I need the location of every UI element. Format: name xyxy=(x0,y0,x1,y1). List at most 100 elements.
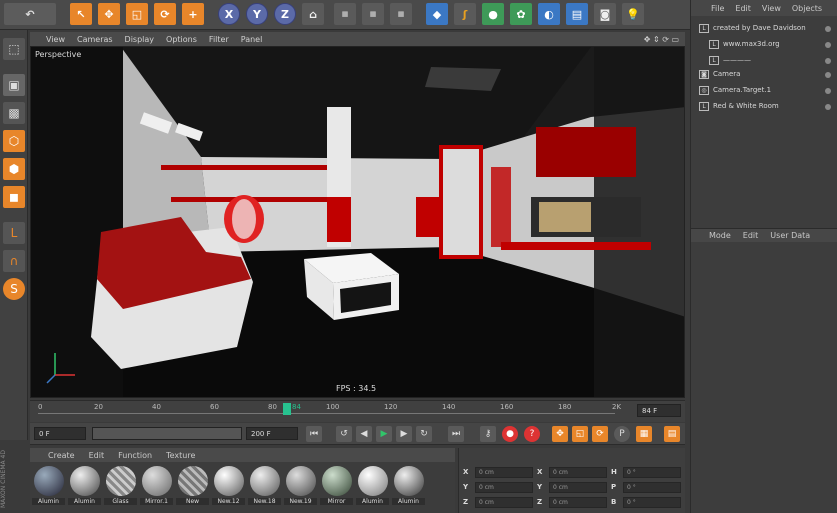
render-picture-viewer-button[interactable]: ▦ xyxy=(362,3,384,25)
material-swatch[interactable]: Alumin xyxy=(32,466,65,510)
live-selection-button[interactable]: ↖ xyxy=(70,3,92,25)
material-menu-texture[interactable]: Texture xyxy=(166,451,195,460)
render-view-button[interactable]: ▦ xyxy=(334,3,356,25)
material-swatch[interactable]: Alumin xyxy=(356,466,389,510)
model-mode-icon[interactable]: ▣ xyxy=(3,74,25,96)
rotation-h-field[interactable]: 0 ° xyxy=(623,466,681,478)
visibility-dot[interactable] xyxy=(825,58,831,64)
size-x-field[interactable]: 0 cm xyxy=(549,466,607,478)
texture-mode-icon[interactable]: ▩ xyxy=(3,102,25,124)
om-menu-objects[interactable]: Objects xyxy=(792,4,822,13)
viewport-menu-filter[interactable]: Filter xyxy=(209,35,229,44)
timeline[interactable]: 0 20 40 60 80 84 100 120 140 160 180 2K … xyxy=(30,400,685,422)
spline-icon[interactable]: ʃ xyxy=(454,3,476,25)
preview-range-slider[interactable] xyxy=(92,427,242,440)
visibility-dot[interactable] xyxy=(825,104,831,110)
position-z-field[interactable]: 0 cm xyxy=(475,496,533,508)
snap-icon[interactable]: S xyxy=(3,278,25,300)
z-axis-button[interactable]: Z xyxy=(274,3,296,25)
viewport-menu-panel[interactable]: Panel xyxy=(241,35,263,44)
play-button[interactable]: ▶ xyxy=(376,426,392,442)
material-menu-function[interactable]: Function xyxy=(118,451,152,460)
visibility-dot[interactable] xyxy=(825,72,831,78)
array-icon[interactable]: ✿ xyxy=(510,3,532,25)
polygons-mode-icon[interactable]: ◼ xyxy=(3,186,25,208)
move-tool-button[interactable]: ✥ xyxy=(98,3,120,25)
material-swatch[interactable]: Mirror.1 xyxy=(140,466,173,510)
position-y-field[interactable]: 0 cm xyxy=(475,481,533,493)
material-swatch[interactable]: New.12 xyxy=(212,466,245,510)
key-scale-icon[interactable]: ◱ xyxy=(572,426,588,442)
visibility-dot[interactable] xyxy=(825,88,831,94)
object-item[interactable]: L Red & White Room xyxy=(699,100,779,112)
add-tool-button[interactable]: + xyxy=(182,3,204,25)
floor-icon[interactable]: ▤ xyxy=(566,3,588,25)
cube-object-icon[interactable]: ◆ xyxy=(426,3,448,25)
object-item[interactable]: Lwww.max3d.org xyxy=(709,38,780,50)
rotation-b-field[interactable]: 0 ° xyxy=(623,496,681,508)
object-item[interactable]: ◎ Camera.Target.1 xyxy=(699,84,771,96)
object-item[interactable]: Lcreated by Dave Davidson xyxy=(699,22,806,34)
deformer-icon[interactable]: ◐ xyxy=(538,3,560,25)
nurbs-icon[interactable]: ● xyxy=(482,3,504,25)
size-z-field[interactable]: 0 cm xyxy=(549,496,607,508)
start-frame-field[interactable]: 0 F xyxy=(34,427,86,440)
material-swatch[interactable]: New.19 xyxy=(284,466,317,510)
material-menu-edit[interactable]: Edit xyxy=(89,451,105,460)
points-mode-icon[interactable]: ⬡ xyxy=(3,130,25,152)
playhead[interactable] xyxy=(283,403,291,415)
material-swatch[interactable]: Mirror xyxy=(320,466,353,510)
visibility-dot[interactable] xyxy=(825,26,831,32)
perspective-viewport[interactable]: Perspective FPS : 34.5 xyxy=(30,46,685,398)
make-editable-button[interactable]: ⬚ xyxy=(3,38,25,60)
viewport-menu-options[interactable]: Options xyxy=(166,35,197,44)
next-key-button[interactable]: ↻ xyxy=(416,426,432,442)
current-frame-field[interactable]: 84 F xyxy=(637,404,681,417)
next-frame-button[interactable]: ▶ xyxy=(396,426,412,442)
size-y-field[interactable]: 0 cm xyxy=(549,481,607,493)
material-menu-create[interactable]: Create xyxy=(48,451,75,460)
key-rotation-icon[interactable]: ⟳ xyxy=(592,426,608,442)
y-axis-button[interactable]: Y xyxy=(246,3,268,25)
key-position-icon[interactable]: ✥ xyxy=(552,426,568,442)
magnet-icon[interactable]: ∩ xyxy=(3,250,25,272)
material-swatch[interactable]: Alumin xyxy=(68,466,101,510)
key-param-icon[interactable]: P xyxy=(614,426,630,442)
camera-icon[interactable]: ◙ xyxy=(594,3,616,25)
render-settings-button[interactable]: ▦ xyxy=(390,3,412,25)
om-menu-file[interactable]: File xyxy=(711,4,724,13)
timeline-window-icon[interactable]: ▤ xyxy=(664,426,680,442)
visibility-dot[interactable] xyxy=(825,42,831,48)
material-swatch[interactable]: Alumin xyxy=(392,466,425,510)
viewport-nav-icons[interactable]: ✥ ⇕ ⟳ ▭ xyxy=(644,35,679,44)
attr-menu-user-data[interactable]: User Data xyxy=(770,231,810,240)
attr-menu-mode[interactable]: Mode xyxy=(709,231,731,240)
go-to-end-button[interactable]: ⏭ xyxy=(448,426,464,442)
viewport-menu-display[interactable]: Display xyxy=(125,35,155,44)
prev-key-button[interactable]: ↺ xyxy=(336,426,352,442)
viewport-menu-view[interactable]: View xyxy=(46,35,65,44)
scale-tool-button[interactable]: ◱ xyxy=(126,3,148,25)
object-item[interactable]: L ———— xyxy=(709,54,751,66)
record-button[interactable]: ● xyxy=(502,426,518,442)
x-axis-button[interactable]: X xyxy=(218,3,240,25)
light-icon[interactable]: 💡 xyxy=(622,3,644,25)
viewport-menu-cameras[interactable]: Cameras xyxy=(77,35,113,44)
material-swatch[interactable]: New.18 xyxy=(248,466,281,510)
object-item[interactable]: ◙ Camera xyxy=(699,68,740,80)
material-swatch[interactable]: Glass xyxy=(104,466,137,510)
key-pla-icon[interactable]: ▦ xyxy=(636,426,652,442)
go-to-start-button[interactable]: ⏮ xyxy=(306,426,322,442)
rotate-tool-button[interactable]: ⟳ xyxy=(154,3,176,25)
coordinate-system-button[interactable]: ⌂ xyxy=(302,3,324,25)
om-menu-edit[interactable]: Edit xyxy=(735,4,751,13)
position-x-field[interactable]: 0 cm xyxy=(475,466,533,478)
prev-frame-button[interactable]: ◀ xyxy=(356,426,372,442)
axis-mode-icon[interactable]: L xyxy=(3,222,25,244)
material-swatch[interactable]: New xyxy=(176,466,209,510)
end-frame-field[interactable]: 200 F xyxy=(246,427,298,440)
autokey-button[interactable]: ? xyxy=(524,426,540,442)
edges-mode-icon[interactable]: ⬢ xyxy=(3,158,25,180)
key-icon[interactable]: ⚷ xyxy=(480,426,496,442)
undo-button[interactable]: ↶ xyxy=(4,3,56,25)
